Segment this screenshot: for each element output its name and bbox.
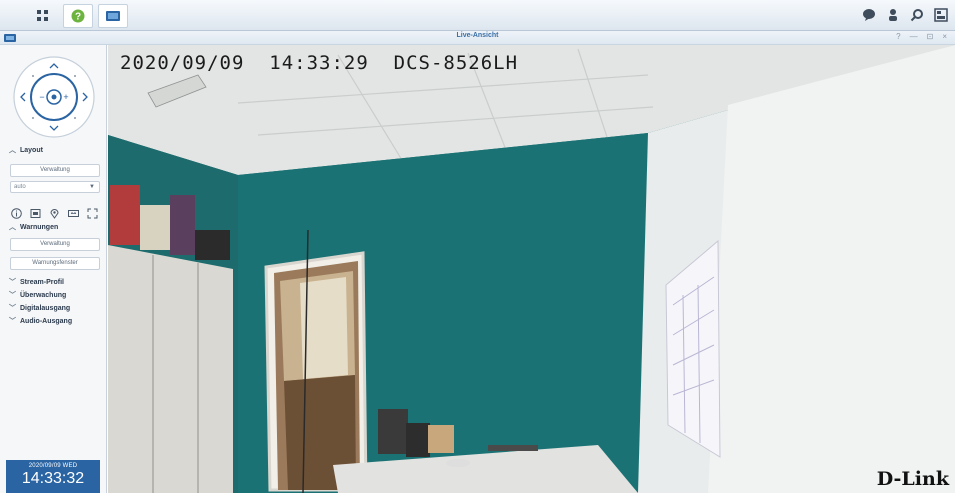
search-icon[interactable] — [909, 6, 925, 24]
surveillance-station-icon — [106, 11, 120, 21]
zoom-out-icon: − — [39, 92, 44, 102]
surveillance-app-button[interactable] — [98, 4, 128, 28]
window-titlebar: Live-Ansicht ? — ⊡ × — [0, 31, 955, 45]
warnings-heading: Warnungen — [20, 223, 59, 231]
cabinets — [108, 245, 233, 493]
stream-profile-section-header[interactable]: ﹀ Stream-Profil — [9, 277, 64, 287]
chevron-up-icon: ︿ — [9, 224, 16, 231]
surveillance-desktop: ? Live-Ansicht ? — ⊡ × − + ︿ Layout Verw… — [0, 0, 955, 493]
chevron-down-icon: ﹀ — [9, 318, 16, 325]
camera-timestamp-overlay: 2020/09/09 14:33:29 DCS-8526LH — [120, 52, 519, 74]
layout-heading: Layout — [20, 146, 43, 154]
info-icon[interactable] — [10, 207, 23, 220]
layout-select-value: auto — [14, 184, 26, 190]
live-camera-view[interactable]: 2020/09/09 14:33:29 DCS-8526LH D-Link — [108, 45, 955, 493]
audio-output-section-header[interactable]: ﹀ Audio-Ausgang — [9, 316, 72, 326]
chevron-down-icon: ﹀ — [9, 305, 16, 312]
pc-tower — [378, 409, 408, 454]
camera-scene — [108, 45, 955, 493]
help-icon: ? — [71, 9, 85, 23]
warnings-window-button[interactable]: Warnungsfenster — [10, 257, 100, 270]
view-icon-row — [10, 207, 99, 220]
main-menu-button[interactable] — [28, 4, 58, 28]
svg-text:?: ? — [75, 12, 81, 23]
chat-icon[interactable] — [861, 6, 877, 24]
chevron-down-icon: ﹀ — [9, 292, 16, 299]
fullscreen-icon[interactable] — [86, 207, 99, 220]
snapshot-icon[interactable] — [29, 207, 42, 220]
clock-date: 2020/09/09 WED — [28, 463, 78, 469]
warnings-manage-button[interactable]: Verwaltung — [10, 238, 100, 251]
location-pin-icon[interactable] — [48, 207, 61, 220]
zoom-in-icon: + — [63, 92, 68, 102]
system-clock: 2020/09/09 WED 14:33:32 — [6, 460, 100, 493]
user-icon[interactable] — [885, 6, 901, 24]
chevron-up-icon: ︿ — [9, 147, 16, 154]
help-app-button[interactable]: ? — [63, 4, 93, 28]
stream-profile-heading: Stream-Profil — [20, 278, 64, 286]
monitoring-heading: Überwachung — [20, 291, 67, 299]
caret-down-icon: ▼ — [89, 184, 95, 190]
digital-output-heading: Digitalausgang — [20, 304, 71, 312]
window-minimize-button[interactable]: — — [910, 32, 918, 41]
boxes — [110, 185, 140, 245]
window-title: Live-Ansicht — [456, 32, 499, 39]
digital-output-section-header[interactable]: ﹀ Digitalausgang — [9, 303, 70, 313]
chevron-down-icon: ﹀ — [9, 279, 16, 286]
window-close-button[interactable]: × — [942, 32, 947, 41]
taskbar-tray — [861, 6, 949, 24]
aspect-ratio-icon[interactable] — [67, 207, 80, 220]
audio-output-heading: Audio-Ausgang — [20, 317, 73, 325]
window-controls: ? — ⊡ × — [896, 32, 947, 41]
grid-menu-icon — [37, 10, 48, 21]
window-help-button[interactable]: ? — [896, 32, 900, 41]
layout-section-header[interactable]: ︿ Layout — [9, 145, 43, 155]
window-maximize-button[interactable]: ⊡ — [927, 32, 934, 41]
taskbar: ? — [0, 0, 955, 31]
layout-select[interactable]: auto ▼ — [10, 181, 100, 193]
monitoring-section-header[interactable]: ﹀ Überwachung — [9, 290, 66, 300]
widgets-icon[interactable] — [933, 6, 949, 24]
clock-time: 14:33:32 — [21, 470, 85, 487]
ptz-control-pad[interactable]: − + — [12, 55, 96, 139]
dlink-logo: D-Link — [876, 468, 949, 490]
layout-manage-button[interactable]: Verwaltung — [10, 164, 100, 177]
warnings-section-header[interactable]: ︿ Warnungen — [9, 222, 58, 232]
sidebar: − + ︿ Layout Verwaltung auto ▼ ︿ Warnung… — [0, 45, 107, 493]
